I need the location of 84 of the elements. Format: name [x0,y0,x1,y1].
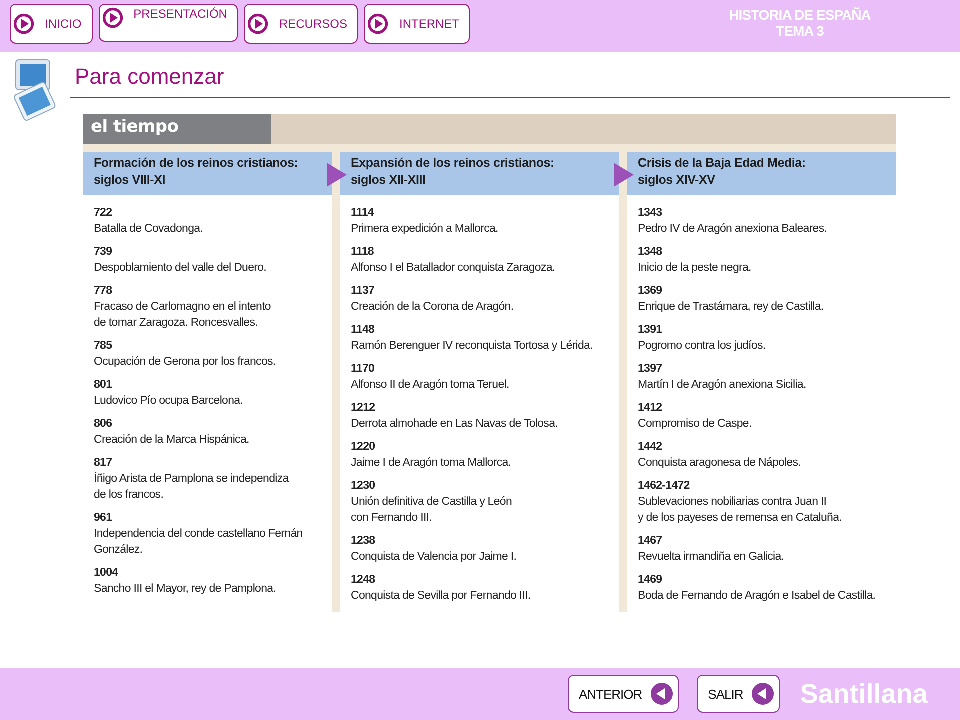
event-text: Despoblamiento del valle del Duero. [94,261,266,276]
column-period: siglos XII-XIII [351,172,427,189]
event-year: 806 [94,417,112,432]
event-text: Conquista aragonesa de Nápoles. [638,456,802,471]
event-text: Inicio de la peste negra. [638,261,752,276]
column-heading: Crisis de la Baja Edad Media: [638,155,807,172]
event-text: Alfonso I el Batallador conquista Zaragoza. [351,261,556,276]
event-year: 1137 [351,284,375,299]
event-year: 817 [94,456,112,471]
event-text: Conquista de Sevilla por Fernando III. [351,589,531,604]
back-icon [650,682,674,706]
event-text: Compromiso de Caspe. [638,417,752,432]
event-text: Pedro IV de Aragón anexiona Baleares. [638,222,828,237]
back-icon [751,682,776,706]
arrow-icon [327,163,347,187]
page-title: Para comenzar [75,64,226,90]
event-year: 1220 [351,440,376,455]
play-icon [102,7,124,29]
event-year: 1369 [638,284,662,299]
event-text: Fracaso de Carlomagno en el intento de tomar Zaragoza. Roncesvalles. [94,300,271,331]
event-year: 1397 [638,362,662,377]
event-text: Enrique de Trastámara, rey de Castilla. [638,300,824,315]
play-icon [247,13,270,35]
event-year: 1212 [351,401,376,416]
event-text: Creación de la Corona de Aragón. [351,300,514,315]
event-year: 1442 [638,440,662,455]
event-year: 1469 [638,573,662,588]
event-text: Boda de Fernando de Aragón e Isabel de Castilla. [638,589,876,604]
nav-button[interactable]: RECURSOS [244,4,358,44]
event-year: 739 [94,245,112,260]
column-period: siglos VIII-XI [94,172,167,189]
event-text: Independencia del conde castellano Fernán González. [94,527,303,558]
event-text: Ocupación de Gerona por los francos. [94,355,276,370]
event-year: 1004 [94,566,118,581]
column-heading: Formación de los reinos cristianos: [94,155,300,172]
event-text: Creación de la Marca Hispánica. [94,433,250,448]
event-text: Pogromo contra los judíos. [638,339,766,354]
course-title: HISTORIA DE ESPAÑA [729,7,871,23]
event-text: Derrota almohade en Las Navas de Tolosa. [351,417,558,432]
event-text: Primera expedición a Mallorca. [351,222,498,237]
event-year: 1114 [351,206,374,221]
event-year: 1238 [351,534,376,549]
play-icon [367,13,390,35]
event-year: 1343 [638,206,662,221]
nav-button[interactable]: INICIO [10,4,93,44]
event-year: 1148 [351,323,375,338]
event-year: 722 [94,206,112,221]
event-text: Unión definitiva de Castilla y León con Fernando III. [351,495,512,526]
nav-button[interactable]: INTERNET [364,4,470,44]
event-year: 961 [94,511,112,526]
event-year: 1412 [638,401,662,416]
event-year: 1462-1472 [638,479,690,494]
play-icon [13,13,35,35]
event-year: 1248 [351,573,376,588]
event-text: Alfonso II de Aragón toma Teruel. [351,378,510,393]
footer-button[interactable]: SALIR [697,675,780,713]
event-text: Conquista de Valencia por Jaime I. [351,550,517,565]
panel-label: el tiempo [83,114,271,144]
event-text: Íñigo Arista de Pamplona se independiza de los francos. [94,471,289,503]
event-year: 1391 [638,323,662,338]
event-text: Ludovico Pío ocupa Barcelona. [94,394,244,409]
nav-button[interactable]: PRESENTACIÓN [98,4,238,42]
event-year: 1170 [351,362,375,377]
event-year: 778 [94,284,112,299]
event-text: Martín I de Aragón anexiona Sicilia. [638,378,806,393]
event-year: 801 [94,378,112,393]
screens-icon [12,58,58,122]
footer-button[interactable]: ANTERIOR [568,675,680,713]
event-year: 785 [94,339,112,354]
event-year: 1230 [351,479,376,494]
course-subtitle: TEMA 3 [776,23,824,39]
event-year: 1348 [638,245,662,260]
column-heading: Expansión de los reinos cristianos: [351,155,556,172]
event-text: Jaime I de Aragón toma Mallorca. [351,456,512,471]
event-text: Ramón Berenguer IV reconquista Tortosa y Lérida. [351,339,593,354]
event-text: Sancho III el Mayor, rey de Pamplona. [94,582,276,597]
brand-name: Santillana [800,678,928,710]
event-text: Batalla de Covadonga. [94,222,204,237]
event-year: 1467 [638,534,662,549]
event-text: Sublevaciones nobiliarias contra Juan II y de los payeses de remensa en Cataluña. [638,495,842,526]
arrow-icon [614,163,634,187]
event-text: Revuelta irmandiña en Galicia. [638,550,784,565]
event-year: 1118 [351,245,374,260]
column-period: siglos XIV-XV [638,172,716,189]
